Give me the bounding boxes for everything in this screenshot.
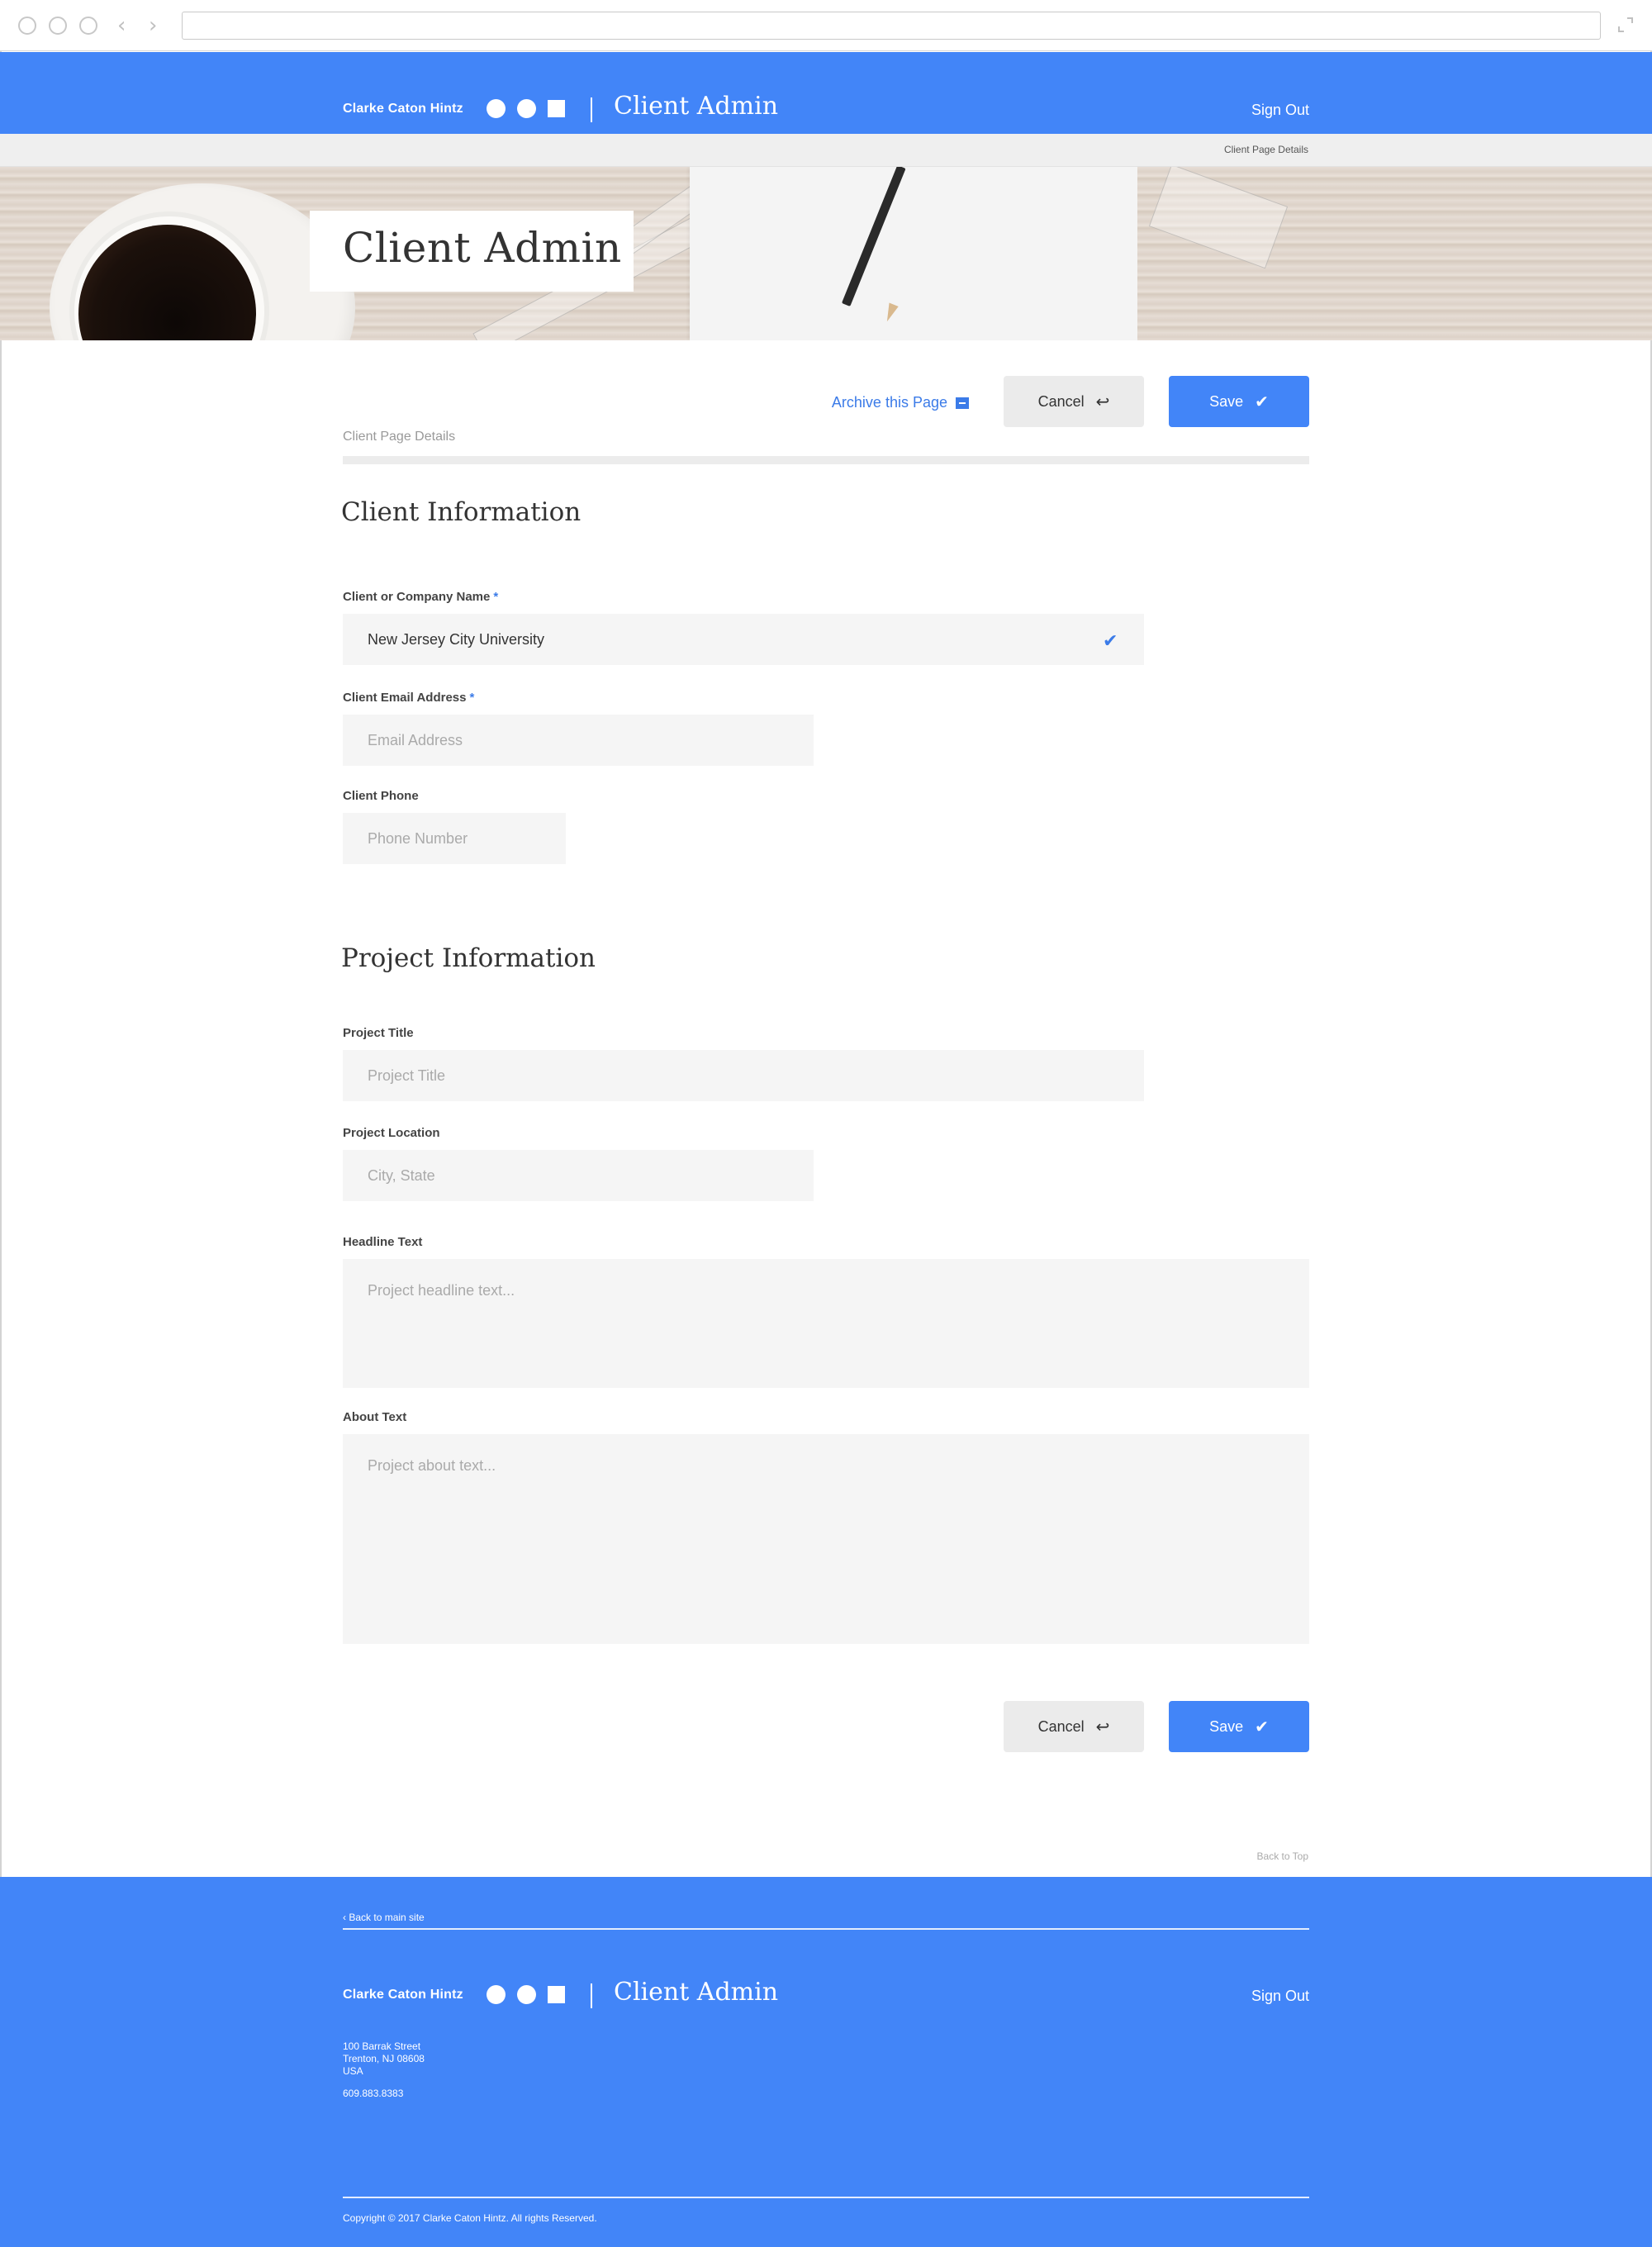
archive-link-label: Archive this Page: [831, 394, 947, 411]
cancel-button-label: Cancel: [1037, 1717, 1085, 1735]
back-to-main-site-link[interactable]: ‹ Back to main site: [343, 1912, 425, 1923]
about-text-label: About Text: [343, 1410, 407, 1424]
brand-name[interactable]: Clarke Caton Hintz: [343, 102, 463, 116]
footer-bottom-divider: [343, 2197, 1309, 2198]
window-close-icon[interactable]: [18, 17, 36, 35]
footer-divider: [343, 1928, 1309, 1930]
client-phone-input[interactable]: [343, 813, 566, 864]
brand-divider: [591, 97, 592, 122]
cancel-button[interactable]: Cancel ↩: [1004, 376, 1144, 427]
app-title: Client Admin: [614, 92, 779, 121]
breadcrumb[interactable]: Client Page Details: [1224, 144, 1308, 155]
site-footer: ‹ Back to main site Clarke Caton Hintz C…: [0, 1877, 1652, 2247]
project-title-input[interactable]: [343, 1050, 1144, 1101]
project-title-label: Project Title: [343, 1026, 414, 1040]
header-brand-row: Clarke Caton Hintz Client Admin Sign Out: [343, 92, 1309, 128]
client-name-label-text: Client or Company Name: [343, 590, 491, 604]
brand-logo-icon: [487, 99, 565, 118]
window-minimize-icon[interactable]: [49, 17, 67, 35]
footer-sign-out-link[interactable]: Sign Out: [1251, 1988, 1309, 2005]
project-location-input[interactable]: [343, 1150, 814, 1201]
footer-brand-row: Clarke Caton Hintz Client Admin Sign Out: [343, 1978, 1309, 2014]
footer-app-title: Client Admin: [614, 1978, 779, 2007]
protractor-image: [1148, 167, 1289, 269]
footer-address: 100 Barrak Street Trenton, NJ 08608 USA: [343, 2040, 425, 2078]
bottom-save-button[interactable]: Save ✔: [1169, 1701, 1309, 1752]
archive-box-icon: [956, 397, 969, 409]
headline-text-textarea[interactable]: [343, 1259, 1309, 1388]
hero-title: Client Admin: [343, 224, 622, 272]
address-bar[interactable]: [182, 12, 1601, 40]
address-line: USA: [343, 2065, 363, 2077]
back-to-main-label: Back to main site: [349, 1912, 425, 1923]
footer-phone[interactable]: 609.883.8383: [343, 2088, 403, 2099]
hero-title-card: Client Admin: [310, 211, 634, 292]
section-breadcrumb: Client Page Details: [343, 430, 456, 444]
client-email-input[interactable]: [343, 715, 814, 766]
project-location-label: Project Location: [343, 1126, 440, 1140]
footer-brand-logo-icon: [487, 1985, 565, 2004]
required-asterisk: *: [469, 691, 475, 705]
fullscreen-icon[interactable]: [1617, 17, 1634, 33]
required-asterisk: *: [493, 590, 499, 604]
checkmark-icon: ✔: [1255, 1717, 1269, 1736]
headline-text-label: Headline Text: [343, 1235, 423, 1249]
project-info-heading: Project Information: [341, 943, 596, 973]
archive-page-link[interactable]: Archive this Page: [832, 394, 969, 411]
copyright-text: Copyright © 2017 Clarke Caton Hintz. All…: [343, 2212, 597, 2224]
footer-brand-name[interactable]: Clarke Caton Hintz: [343, 1988, 463, 2002]
address-line: Trenton, NJ 08608: [343, 2053, 425, 2064]
save-button-label: Save: [1209, 1717, 1244, 1735]
checkmark-icon: ✔: [1255, 392, 1269, 411]
section-divider: [343, 456, 1309, 464]
browser-chrome: ‹ ›: [0, 0, 1652, 51]
hero-banner: [0, 167, 1652, 340]
breadcrumb-bar: Client Page Details: [0, 134, 1652, 167]
paper-image: [690, 167, 1137, 340]
client-name-input[interactable]: [343, 614, 1144, 665]
back-arrow-icon[interactable]: ‹: [117, 13, 126, 38]
forward-arrow-icon[interactable]: ›: [149, 13, 157, 38]
undo-arrow-icon: ↩: [1095, 392, 1110, 411]
undo-arrow-icon: ↩: [1095, 1717, 1110, 1736]
client-phone-label: Client Phone: [343, 789, 419, 803]
client-email-label-text: Client Email Address: [343, 691, 467, 705]
top-header: Clarke Caton Hintz Client Admin Sign Out: [0, 52, 1652, 134]
validated-check-icon: ✔: [1103, 631, 1118, 652]
top-action-bar: Archive this Page Cancel ↩ Save ✔: [343, 376, 1309, 427]
sign-out-link[interactable]: Sign Out: [1251, 102, 1309, 119]
save-button[interactable]: Save ✔: [1169, 376, 1309, 427]
client-info-heading: Client Information: [341, 497, 582, 527]
save-button-label: Save: [1209, 392, 1244, 410]
address-line: 100 Barrak Street: [343, 2040, 421, 2052]
about-text-textarea[interactable]: [343, 1434, 1309, 1644]
client-name-label: Client or Company Name *: [343, 590, 498, 604]
client-email-label: Client Email Address *: [343, 691, 474, 705]
window-maximize-icon[interactable]: [79, 17, 97, 35]
bottom-cancel-button[interactable]: Cancel ↩: [1004, 1701, 1144, 1752]
cancel-button-label: Cancel: [1037, 392, 1085, 410]
brand-divider: [591, 1983, 592, 2008]
back-to-top-link[interactable]: Back to Top: [1257, 1850, 1308, 1862]
